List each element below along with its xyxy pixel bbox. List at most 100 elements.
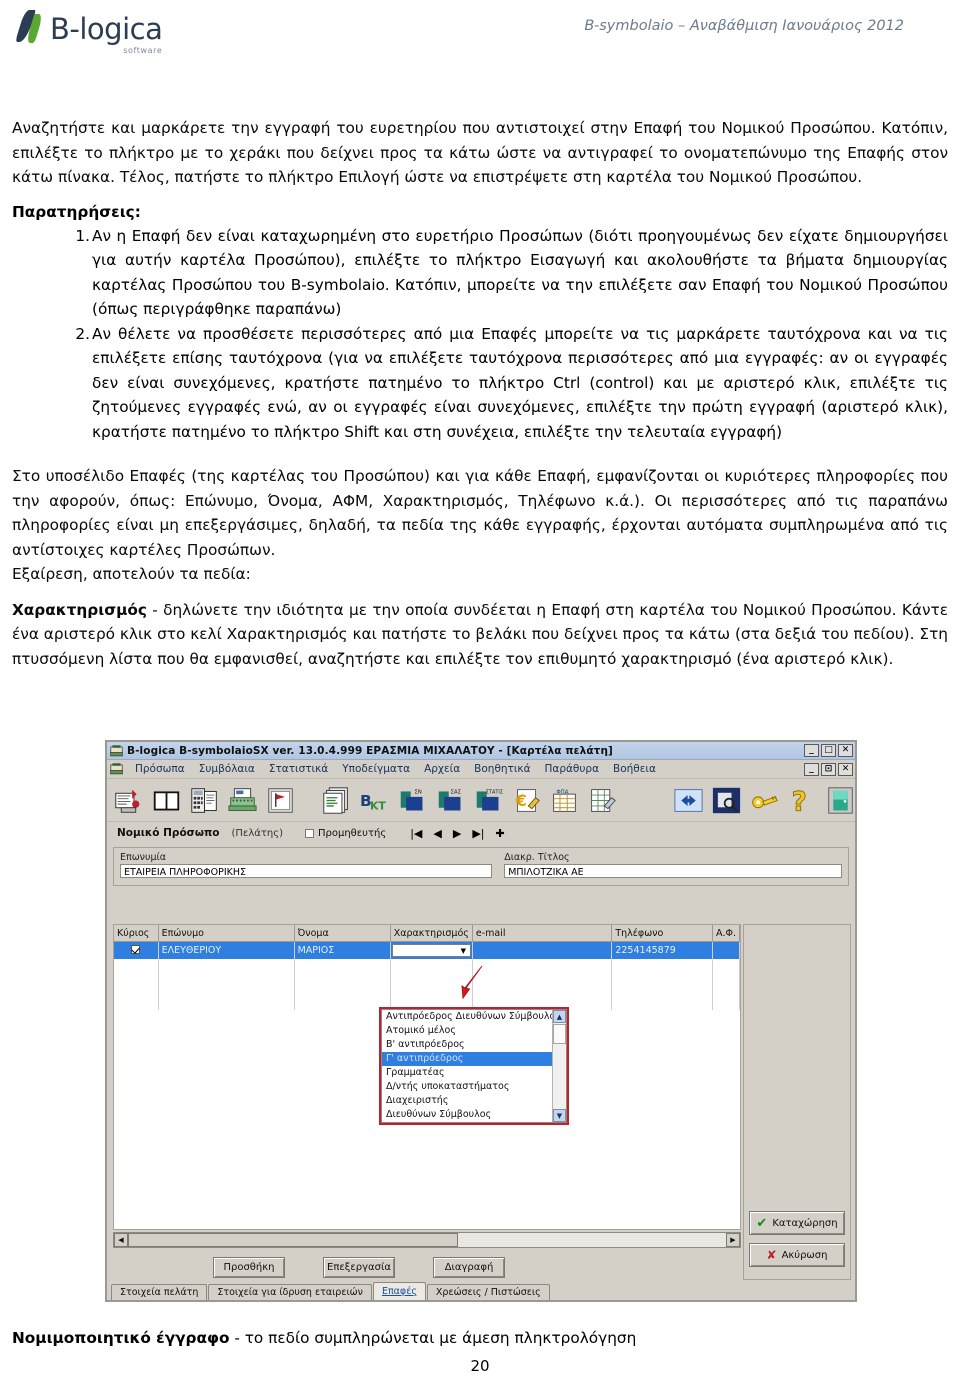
menu-item-voithitika[interactable]: Βοηθητικά bbox=[467, 763, 537, 775]
mdi-window-controls[interactable]: _ ⊡ ✕ bbox=[804, 762, 853, 776]
cell-charaktirismos[interactable]: ▼ bbox=[390, 941, 473, 959]
svg-text:ΣΤΑΤΙΣΤ: ΣΤΑΤΙΣΤ bbox=[486, 789, 503, 795]
exit-door-icon[interactable] bbox=[826, 786, 855, 815]
documents-stack-icon[interactable] bbox=[322, 786, 351, 815]
dropdown-scrollbar[interactable]: ▲ ▼ bbox=[552, 1010, 566, 1122]
calculator-list-icon[interactable] bbox=[190, 786, 219, 815]
menu-item-statistika[interactable]: Στατιστικά bbox=[262, 763, 335, 775]
col-header-email[interactable]: e-mail bbox=[472, 925, 613, 942]
menu-item-voitheia[interactable]: Βοήθεια bbox=[606, 763, 663, 775]
table-row[interactable] bbox=[114, 959, 741, 976]
help-question-icon[interactable]: ? bbox=[788, 786, 817, 815]
check-icon: ✔ bbox=[756, 1215, 768, 1231]
menu-item-prosopa[interactable]: Πρόσωπα bbox=[128, 763, 192, 775]
scan-document-icon[interactable] bbox=[712, 786, 741, 815]
edit-button[interactable]: Επεξεργασία bbox=[323, 1256, 395, 1278]
folder-sas-icon[interactable]: ΣΑΣ bbox=[436, 786, 465, 815]
cancel-button[interactable]: ✘ Ακύρωση bbox=[749, 1243, 845, 1267]
scrollbar-thumb[interactable] bbox=[553, 1024, 566, 1044]
characterization-dropdown-list[interactable]: Αντιπρόεδρος Διευθύνων Σύμβουλος Ατομικό… bbox=[379, 1007, 569, 1125]
nav-add-button[interactable]: ✚ bbox=[495, 828, 504, 839]
hscroll-track[interactable] bbox=[458, 1233, 726, 1247]
app-menu-bar[interactable]: Πρόσωπα Συμβόλαια Στατιστικά Υποδείγματα… bbox=[107, 760, 855, 779]
col-header-kyrios[interactable]: Κύριος bbox=[114, 925, 159, 942]
nav-prev-button[interactable]: ◀ bbox=[433, 828, 441, 839]
col-header-tilefono[interactable]: Τηλέφωνο bbox=[611, 925, 713, 942]
table-row[interactable]: ΕΛΕΥΘΕΡΙΟΥ ΜΑΡΙΟΣ ▼ 2254145879 bbox=[114, 941, 741, 959]
minimize-button[interactable]: _ bbox=[804, 744, 819, 757]
euro-edit-icon[interactable]: € bbox=[512, 786, 541, 815]
record-nav-row[interactable]: Νομικό Πρόσωπο (Πελάτης) Προμηθευτής |◀ … bbox=[107, 822, 855, 844]
delete-button[interactable]: Διαγραφή bbox=[433, 1256, 505, 1278]
col-header-charaktirismos[interactable]: Χαρακτηρισμός bbox=[390, 925, 473, 942]
nav-last-button[interactable]: ▶| bbox=[472, 828, 484, 839]
nav-next-button[interactable]: ▶ bbox=[453, 828, 461, 839]
row-primary-checkbox[interactable] bbox=[131, 944, 141, 954]
tab-stoicheia-pelati[interactable]: Στοιχεία πελάτη bbox=[111, 1284, 208, 1300]
record-nav-buttons[interactable]: |◀ ◀ ▶ ▶| ✚ bbox=[410, 828, 505, 839]
menu-item-archeia[interactable]: Αρχεία bbox=[417, 763, 467, 775]
bottom-tabs[interactable]: Στοιχεία πελάτη Στοιχεία για ίδρυση εται… bbox=[111, 1282, 551, 1300]
typewriter-icon[interactable] bbox=[228, 786, 257, 815]
spreadsheet-edit-icon[interactable] bbox=[588, 786, 617, 815]
mdi-minimize-button[interactable]: _ bbox=[804, 762, 819, 776]
table-row[interactable] bbox=[114, 976, 741, 993]
note-item-2: Αν θέλετε να προσθέσετε περισσότερες από… bbox=[72, 322, 948, 441]
flag-frame-icon[interactable] bbox=[266, 786, 295, 815]
bkt-letters-icon[interactable]: B KT bbox=[360, 786, 389, 815]
dropdown-item[interactable]: Ατομικό μέλος bbox=[382, 1024, 566, 1038]
dropdown-item[interactable]: Διαχειριστής bbox=[382, 1094, 566, 1108]
mdi-child-icon bbox=[110, 763, 123, 775]
mdi-restore-button[interactable]: ⊡ bbox=[821, 762, 836, 776]
dropdown-item-selected[interactable]: Γ' αντιπρόεδρος bbox=[382, 1052, 566, 1066]
characterization-combobox[interactable]: ▼ bbox=[391, 944, 471, 957]
nav-first-button[interactable]: |◀ bbox=[410, 828, 422, 839]
index-cards-icon[interactable] bbox=[114, 786, 143, 815]
dropdown-item[interactable]: Δ/ντής υποκαταστήματος bbox=[382, 1080, 566, 1094]
app-title-bar: B-logica B-symbolaioSX ver. 13.0.4.999 Ε… bbox=[107, 742, 855, 760]
open-book-icon[interactable] bbox=[152, 786, 181, 815]
col-header-eponymo[interactable]: Επώνυμο bbox=[158, 925, 295, 942]
supplier-checkbox[interactable] bbox=[304, 828, 314, 838]
dropdown-item[interactable]: Γραμματέας bbox=[382, 1066, 566, 1080]
tab-stoicheia-idrysi[interactable]: Στοιχεία για ίδρυση εταιρειών bbox=[208, 1284, 372, 1300]
add-button[interactable]: Προσθήκη bbox=[213, 1256, 285, 1278]
right-command-pane: ✔ Καταχώρηση ✘ Ακύρωση bbox=[743, 924, 851, 1280]
save-button[interactable]: ✔ Καταχώρηση bbox=[749, 1211, 845, 1235]
app-toolbar[interactable]: B KT ΣΝ ΣΑΣ ΣΤΑΤΙΣΤ € ΦΠΑ bbox=[107, 779, 855, 822]
folder-statist-icon[interactable]: ΣΤΑΤΙΣΤ bbox=[474, 786, 503, 815]
col-header-onoma[interactable]: Όνομα bbox=[294, 925, 391, 942]
diakr-titlos-input[interactable]: ΜΠΙΛΟΤΖΙΚΑ ΑΕ bbox=[504, 864, 842, 878]
grid-horizontal-scrollbar[interactable]: ◀ ▶ bbox=[113, 1232, 741, 1248]
menu-item-symvolaia[interactable]: Συμβόλαια bbox=[192, 763, 262, 775]
scroll-right-icon[interactable]: ▶ bbox=[726, 1233, 740, 1247]
dropdown-item[interactable]: Β' αντιπρόεδρος bbox=[382, 1038, 566, 1052]
menu-item-parathyra[interactable]: Παράθυρα bbox=[538, 763, 607, 775]
eponymia-input[interactable]: ΕΤΑΙΡΕΙΑ ΠΛΗΡΟΦΟΡΙΚΗΣ bbox=[120, 864, 493, 878]
field-characterization-desc: - δηλώνετε την ιδιότητα με την οποία συν… bbox=[12, 600, 948, 668]
cell-email bbox=[472, 941, 613, 959]
maximize-button[interactable]: □ bbox=[821, 744, 836, 757]
field-group-eponymia: Επωνυμία ΕΤΑΙΡΕΙΑ ΠΛΗΡΟΦΟΡΙΚΗΣ bbox=[120, 852, 493, 878]
hscroll-thumb[interactable] bbox=[128, 1233, 458, 1247]
logo-swoosh-icon bbox=[15, 8, 48, 44]
tab-epafes[interactable]: Επαφές bbox=[372, 1282, 426, 1300]
vat-fpa-icon[interactable]: ΦΠΑ bbox=[550, 786, 579, 815]
dropdown-item[interactable]: Διευθύνων Σύμβουλος bbox=[382, 1108, 566, 1122]
window-controls[interactable]: _ □ ✕ bbox=[804, 744, 853, 757]
col-header-afm[interactable]: Α.Φ. bbox=[712, 925, 741, 942]
scroll-down-icon[interactable]: ▼ bbox=[553, 1109, 566, 1122]
left-right-arrows-icon[interactable] bbox=[674, 786, 703, 815]
dropdown-items[interactable]: Αντιπρόεδρος Διευθύνων Σύμβουλος Ατομικό… bbox=[382, 1010, 566, 1122]
menu-item-ypodeigmata[interactable]: Υποδείγματα bbox=[335, 763, 417, 775]
folder-sn-icon[interactable]: ΣΝ bbox=[398, 786, 427, 815]
keys-icon[interactable] bbox=[750, 786, 779, 815]
chevron-down-icon[interactable]: ▼ bbox=[457, 945, 470, 956]
dropdown-item[interactable]: Αντιπρόεδρος Διευθύνων Σύμβουλος bbox=[382, 1010, 566, 1024]
close-button[interactable]: ✕ bbox=[838, 744, 853, 757]
cell-kyrios[interactable] bbox=[114, 941, 159, 959]
tab-chreoseis-pistoseis[interactable]: Χρεώσεις / Πιστώσεις bbox=[426, 1284, 550, 1300]
scroll-left-icon[interactable]: ◀ bbox=[114, 1233, 128, 1247]
mdi-close-button[interactable]: ✕ bbox=[838, 762, 853, 776]
scroll-up-icon[interactable]: ▲ bbox=[553, 1010, 566, 1023]
